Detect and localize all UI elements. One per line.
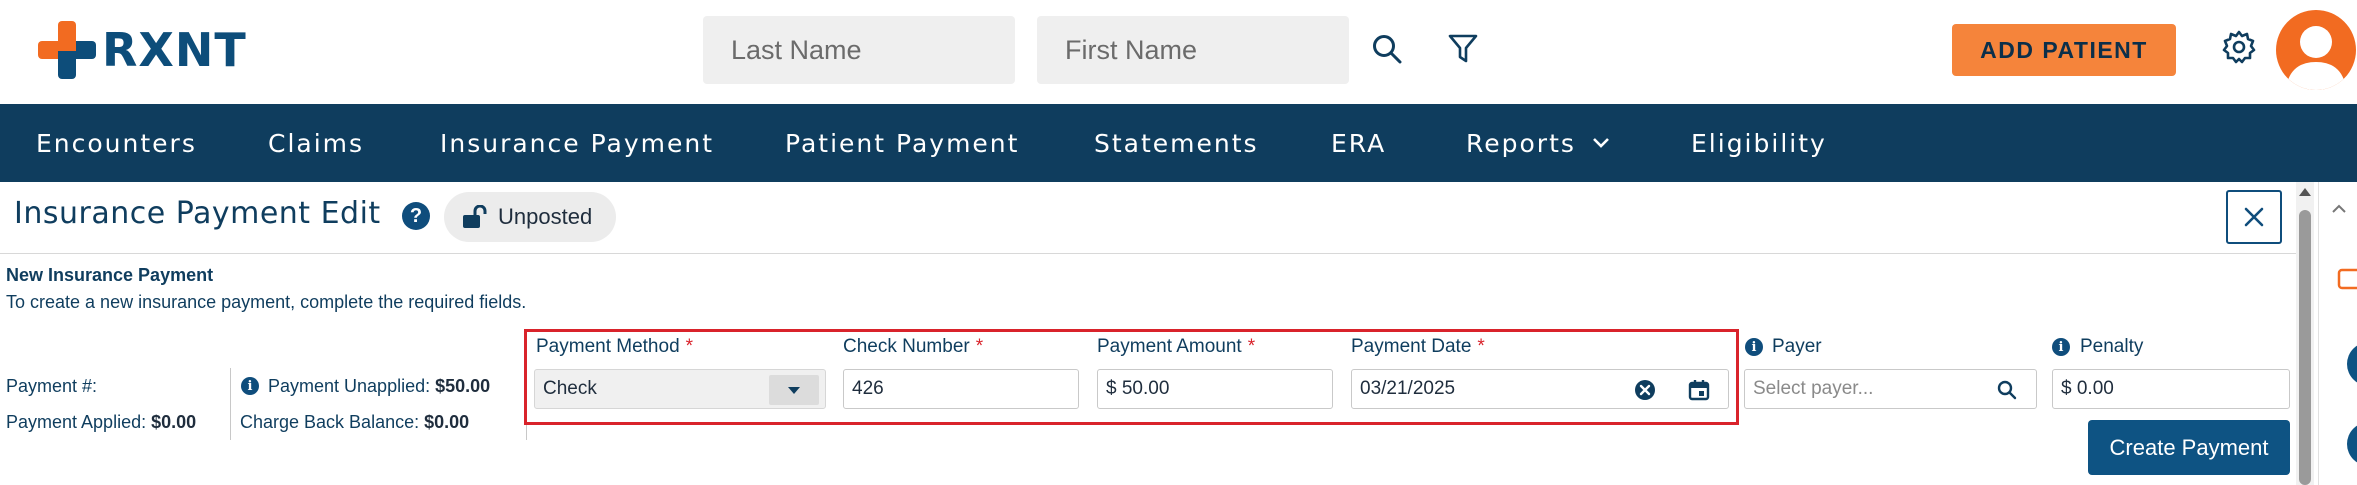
payment-date-label: Payment Date * [1351,336,1485,358]
search-icon [1373,35,1402,64]
summary-divider [230,368,231,440]
payment-date-label-text: Payment Date [1351,336,1472,357]
settings-button[interactable] [2216,24,2262,70]
payment-applied-label: Payment Applied: [6,412,147,432]
user-avatar[interactable] [2276,10,2356,90]
first-name-input[interactable] [1037,16,1349,84]
top-header: RXNT ADD PATIENT [0,0,2357,104]
unlock-icon [463,205,487,228]
side-rail-icons [2332,204,2357,463]
payment-amount-label-text: Payment Amount [1097,336,1242,357]
nav-claims[interactable]: Claims [268,104,364,182]
scroll-up-arrow-icon[interactable] [2299,188,2311,196]
payment-unapplied-label: Payment Unapplied: [268,376,431,396]
payment-number: Payment #: [6,376,97,397]
payer-info-icon[interactable]: i [1745,338,1763,356]
user-icon [2286,26,2346,90]
payment-amount-value: $ 50.00 [1106,378,1170,399]
logo-cross-icon [38,21,96,79]
payment-amount-label: Payment Amount * [1097,336,1255,358]
search-button[interactable] [1366,28,1408,70]
payment-number-label: Payment #: [6,376,98,396]
create-payment-button[interactable]: Create Payment [2088,420,2290,475]
payment-applied: Payment Applied: $0.00 [6,412,196,433]
nav-encounters[interactable]: Encounters [36,104,197,182]
status-text: Unposted [498,204,593,229]
payment-date-input[interactable]: 03/21/2025 [1351,369,1729,409]
help-icon[interactable]: ? [402,202,430,230]
payment-applied-value: $0.00 [151,412,197,432]
add-patient-button[interactable]: ADD PATIENT [1952,24,2176,76]
calendar-icon[interactable] [1688,379,1710,401]
check-number-label-text: Check Number [843,336,970,357]
vertical-scrollbar[interactable] [2296,182,2314,485]
main-nav: Encounters Claims Insurance Payment Pati… [0,104,2357,182]
nav-era[interactable]: ERA [1331,104,1386,182]
required-marker: * [975,336,984,357]
penalty-input[interactable]: $ 0.00 [2052,369,2290,409]
check-number-input[interactable]: 426 [843,369,1079,409]
payment-method-value: Check [543,378,597,399]
page-title-bar: Insurance Payment Edit ? Unposted [0,182,2310,254]
payment-unapplied-value: $50.00 [435,376,491,396]
nav-reports[interactable]: Reports [1466,104,1610,182]
charge-back-label: Charge Back Balance: [240,412,420,432]
nav-statements[interactable]: Statements [1094,104,1259,182]
rxnt-logo[interactable]: RXNT [38,20,247,80]
penalty-value: $ 0.00 [2061,378,2114,399]
close-icon [2244,207,2264,227]
penalty-info-icon[interactable]: i [2052,338,2070,356]
required-marker: * [1247,336,1256,357]
payment-date-value: 03/21/2025 [1360,378,1456,399]
nav-insurance-payment[interactable]: Insurance Payment [440,104,714,182]
nav-reports-label: Reports [1466,128,1576,158]
penalty-label: Penalty [2080,336,2144,357]
section-description: To create a new insurance payment, compl… [6,292,527,312]
payment-unapplied: Payment Unapplied: $50.00 [268,376,490,397]
section-title: New Insurance Payment [6,265,214,285]
filter-icon [1448,34,1478,63]
payer-placeholder: Select payer... [1753,378,1874,399]
payer-search-input[interactable]: Select payer... [1744,369,2037,409]
payment-method-label: Payment Method * [536,336,693,358]
clear-date-icon[interactable] [1634,379,1656,401]
close-button[interactable] [2226,190,2282,244]
side-rail [2318,182,2357,485]
required-marker: * [1477,336,1485,357]
check-number-value: 426 [852,378,884,399]
nav-patient-payment[interactable]: Patient Payment [785,104,1019,182]
info-icon[interactable]: i [241,377,259,395]
last-name-input[interactable] [703,16,1015,84]
check-number-label: Check Number * [843,336,983,358]
payment-method-select[interactable]: Check [534,369,826,409]
payer-label: Payer [1772,336,1822,357]
required-marker: * [685,336,694,357]
dropdown-arrow-icon[interactable] [769,375,819,405]
nav-eligibility[interactable]: Eligibility [1691,104,1827,182]
search-icon[interactable] [1997,380,2017,400]
chevron-down-icon [1592,138,1609,148]
logo-text: RXNT [102,23,247,77]
scroll-thumb[interactable] [2299,210,2311,485]
payment-method-label-text: Payment Method [536,336,680,357]
charge-back-balance: Charge Back Balance: $0.00 [240,412,469,433]
page-title: Insurance Payment Edit [14,196,381,231]
payment-amount-input[interactable]: $ 50.00 [1097,369,1333,409]
gear-icon [2222,30,2256,64]
filter-button[interactable] [1442,28,1484,70]
status-badge: Unposted [444,192,616,242]
charge-back-value: $0.00 [424,412,470,432]
